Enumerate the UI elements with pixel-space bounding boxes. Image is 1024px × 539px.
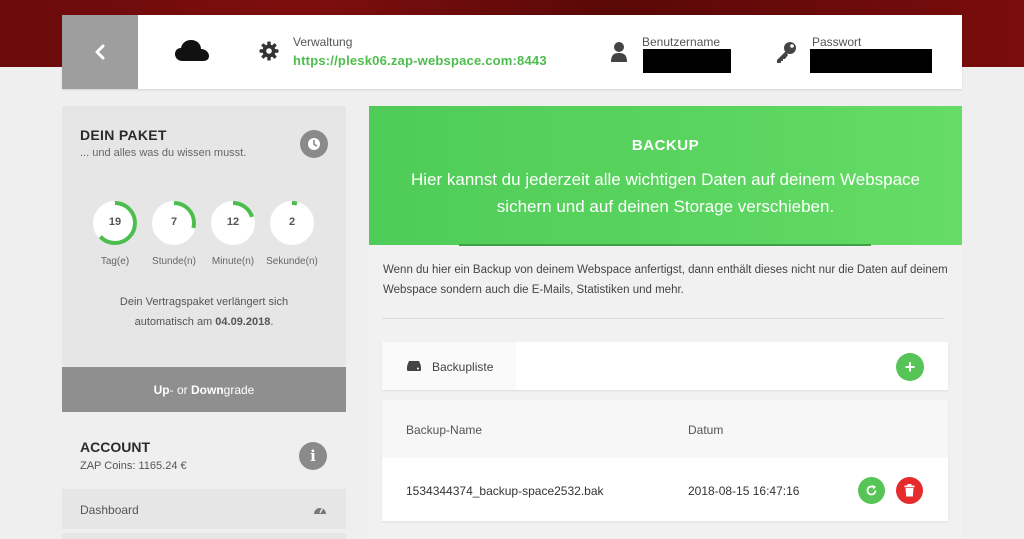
renew-line-1: Dein Vertragspaket verlängert sich bbox=[119, 296, 289, 308]
upgrade-mid-text: - or bbox=[169, 382, 191, 397]
admin-url-link[interactable]: https://plesk06.zap-webspace.com:8443 bbox=[293, 53, 547, 68]
plus-icon: + bbox=[904, 356, 916, 377]
username-redacted bbox=[643, 49, 731, 73]
renew-line-2: automatisch am 04.09.2018. bbox=[62, 312, 346, 332]
tab-backupliste[interactable]: Backupliste bbox=[382, 342, 516, 390]
package-subtitle: ... und alles was du wissen musst. bbox=[80, 147, 247, 159]
hero-divider bbox=[459, 244, 871, 246]
renew-date: 04.09.2018 bbox=[215, 316, 271, 328]
countdown-label: Sekunde(n) bbox=[266, 256, 318, 267]
countdown-ring: 2 bbox=[269, 200, 315, 246]
restore-button[interactable] bbox=[858, 477, 885, 504]
countdown-value: 19 bbox=[108, 216, 122, 228]
upgrade-up-text: Up bbox=[153, 382, 170, 397]
backup-name-cell: 1534344374_backup-space2532.bak bbox=[406, 484, 604, 498]
dashboard-label: Dashboard bbox=[80, 503, 139, 517]
zap-coins: ZAP Coins: 1165.24 € bbox=[80, 460, 187, 472]
top-header: Verwaltung https://plesk06.zap-webspace.… bbox=[62, 15, 962, 89]
upgrade-button[interactable]: Up - or Down grade bbox=[62, 367, 346, 412]
backup-date-cell: 2018-08-15 16:47:16 bbox=[688, 484, 800, 498]
password-redacted bbox=[810, 49, 932, 73]
countdown-ring: 19 bbox=[92, 200, 138, 246]
backup-list-label: Backupliste bbox=[432, 360, 494, 374]
backup-table: Backup-Name Datum 1534344374_backup-spac… bbox=[382, 400, 948, 521]
gear-icon bbox=[259, 41, 279, 61]
admin-label: Verwaltung bbox=[293, 35, 353, 49]
backup-hero-text: Hier kannst du jederzeit alle wichtigen … bbox=[369, 166, 962, 220]
back-button[interactable] bbox=[62, 15, 138, 89]
hard-drive-icon bbox=[407, 361, 421, 371]
renew-info: Dein Vertragspaket verlängert sich autom… bbox=[62, 292, 346, 332]
username-label: Benutzername bbox=[642, 35, 721, 49]
countdown-value: 12 bbox=[226, 216, 240, 228]
package-title: DEIN PAKET bbox=[80, 127, 167, 143]
backup-intro: Wenn du hier ein Backup von deinem Websp… bbox=[383, 264, 948, 296]
upgrade-down-text: Down bbox=[190, 382, 224, 397]
key-icon bbox=[777, 42, 796, 63]
backup-panel: BACKUP Hier kannst du jederzeit alle wic… bbox=[369, 106, 962, 539]
countdown-value: 7 bbox=[170, 216, 178, 228]
column-header-date: Datum bbox=[688, 423, 724, 437]
column-header-name: Backup-Name bbox=[406, 423, 483, 437]
info-icon: i bbox=[310, 447, 316, 465]
countdown-value: 2 bbox=[288, 216, 296, 228]
sidebar-item-next[interactable] bbox=[62, 533, 346, 539]
account-title: ACCOUNT bbox=[80, 439, 150, 455]
backup-list-header: Backupliste + bbox=[382, 342, 948, 390]
delete-button[interactable] bbox=[896, 477, 923, 504]
divider bbox=[382, 318, 945, 319]
info-button[interactable]: i bbox=[299, 442, 327, 470]
backup-title: BACKUP bbox=[631, 137, 700, 154]
countdown-ring: 7 bbox=[151, 200, 197, 246]
upgrade-end-text: grade bbox=[223, 382, 255, 397]
chevron-left-icon bbox=[95, 44, 105, 60]
hero-line-2: sichern und auf deinen Storage verschieb… bbox=[496, 197, 835, 216]
trash-icon bbox=[904, 484, 915, 497]
renew-prefix: automatisch am bbox=[134, 316, 216, 328]
cloud-icon bbox=[175, 40, 209, 61]
clock-icon bbox=[308, 138, 320, 150]
renew-suffix: . bbox=[270, 316, 274, 328]
password-label: Passwort bbox=[812, 35, 862, 49]
package-card: DEIN PAKET ... und alles was du wissen m… bbox=[62, 106, 346, 412]
table-header: Backup-Name Datum bbox=[382, 400, 948, 458]
refresh-icon bbox=[866, 485, 877, 496]
clock-button[interactable] bbox=[300, 130, 328, 158]
sidebar-item-dashboard[interactable]: Dashboard bbox=[62, 489, 346, 529]
user-icon bbox=[611, 42, 627, 62]
speedometer-icon bbox=[314, 507, 326, 514]
countdown-ring: 12 bbox=[210, 200, 256, 246]
hero-line-1: Hier kannst du jederzeit alle wichtigen … bbox=[410, 170, 921, 189]
add-backup-button[interactable]: + bbox=[896, 353, 924, 381]
backup-hero: BACKUP Hier kannst du jederzeit alle wic… bbox=[369, 106, 962, 246]
